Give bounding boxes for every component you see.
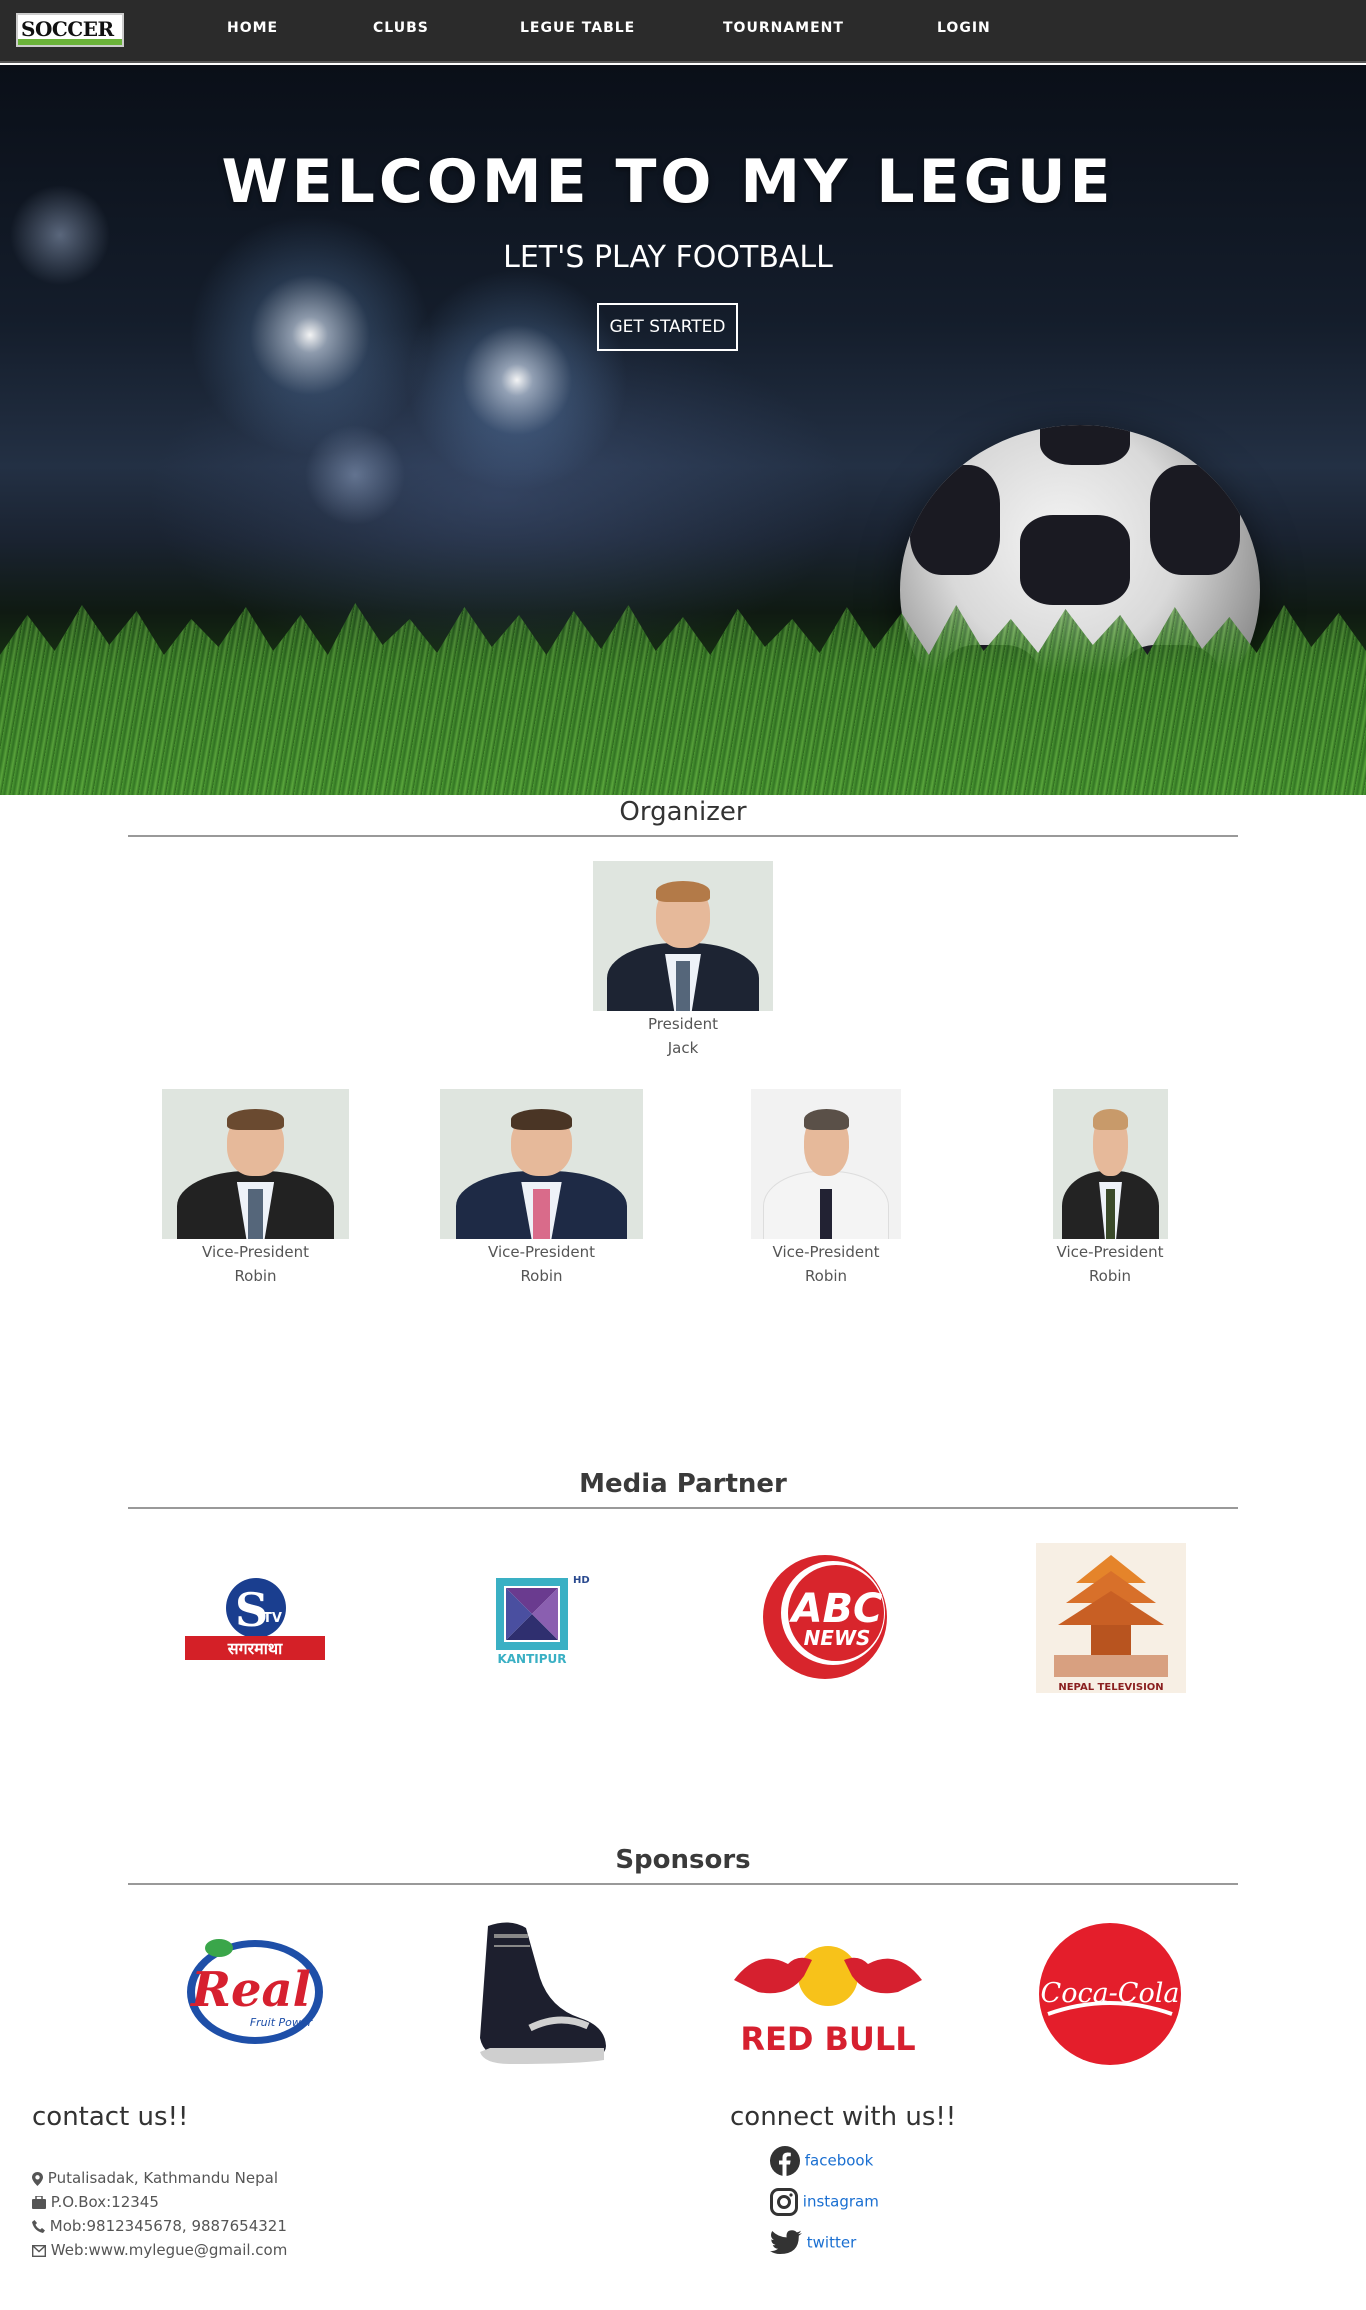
president-role: President (648, 1015, 718, 1033)
nepal-television-logo: NEPAL TELEVISION (1036, 1543, 1186, 1693)
vice-president-photo-1 (162, 1089, 349, 1239)
instagram-icon (770, 2188, 798, 2216)
twitter-text[interactable]: twitter (807, 2234, 856, 2252)
get-started-button[interactable]: GET STARTED (597, 303, 738, 351)
real-label: Real (189, 1962, 311, 2018)
hero-banner: WELCOME TO MY LEGUE LET'S PLAY FOOTBALL … (0, 65, 1366, 795)
sagarmatha-label: सगरमाथा (227, 1639, 283, 1658)
vice-president-name: Robin (804, 1267, 848, 1285)
vice-president-role: Vice-President (488, 1243, 595, 1261)
nav-login[interactable]: LOGIN (937, 20, 991, 36)
abc-news-logo: ABC NEWS (753, 1555, 898, 1680)
coca-cola-logo: Coca-Cola (1038, 1922, 1182, 2066)
media-divider (128, 1507, 1238, 1509)
sponsors-title: Sponsors (615, 1845, 751, 1875)
nav-legue-table[interactable]: LEGUE TABLE (520, 20, 635, 36)
red-bull-logo: RED BULL (728, 1928, 928, 2058)
phone-icon (32, 2220, 45, 2233)
vice-president-photo-4 (1053, 1089, 1168, 1239)
soccer-logo[interactable]: SOCCER (16, 13, 124, 47)
briefcase-icon (32, 2196, 46, 2209)
address-text: Putalisadak, Kathmandu Nepal (47, 2169, 279, 2187)
vice-president-caption-4: Vice-President Robin (1030, 1240, 1190, 1288)
map-marker-icon (32, 2171, 43, 2186)
kantipur-hd-logo: HD KANTIPUR (490, 1570, 590, 1666)
web-text: Web:www.mylegue@gmail.com (50, 2241, 288, 2259)
president-caption: President Jack (593, 1012, 773, 1060)
vice-president-photo-3 (751, 1089, 901, 1239)
vice-president-caption-1: Vice-President Robin (162, 1240, 349, 1288)
coca-cola-label: Coca-Cola (1041, 1978, 1180, 2009)
vice-president-caption-2: Vice-President Robin (440, 1240, 643, 1288)
pobox-text: P.O.Box:12345 (50, 2193, 159, 2211)
connect-title: connect with us!! (730, 2102, 957, 2132)
kantipur-label: KANTIPUR (497, 1652, 566, 1665)
facebook-link[interactable]: facebook (770, 2146, 873, 2176)
vice-president-photo-2 (440, 1089, 643, 1239)
nav-tournament[interactable]: TOURNAMENT (723, 20, 844, 36)
mobile-text: Mob:9812345678, 9887654321 (49, 2217, 287, 2235)
contact-mobile: Mob:9812345678, 9887654321 (32, 2217, 287, 2235)
logo-text: SOCCER (21, 17, 114, 41)
vice-president-role: Vice-President (202, 1243, 309, 1261)
nav-home[interactable]: HOME (227, 20, 278, 36)
logo-grass (18, 39, 122, 45)
nav-clubs[interactable]: CLUBS (373, 20, 429, 36)
vice-president-role: Vice-President (772, 1243, 880, 1261)
instagram-link[interactable]: instagram (770, 2188, 879, 2216)
vice-president-name: Robin (520, 1267, 563, 1285)
contact-address: Putalisadak, Kathmandu Nepal (32, 2169, 278, 2187)
media-partner-title: Media Partner (579, 1469, 787, 1499)
president-name: Jack (667, 1039, 699, 1057)
kantipur-hd-label: HD (573, 1575, 590, 1586)
real-sub-label: Fruit Power (250, 2016, 314, 2029)
ntv-label: NEPAL TELEVISION (1058, 1682, 1163, 1693)
navbar: SOCCER HOME CLUBS LEGUE TABLE TOURNAMENT… (0, 0, 1366, 63)
news-label: NEWS (804, 1626, 871, 1650)
contact-web: Web:www.mylegue@gmail.com (32, 2241, 287, 2259)
svg-text:S: S (235, 1583, 268, 1637)
organizer-divider (128, 835, 1238, 837)
instagram-text[interactable]: instagram (803, 2193, 879, 2211)
envelope-icon (32, 2244, 46, 2257)
vice-president-name: Robin (1088, 1267, 1132, 1285)
hero-title: WELCOME TO MY LEGUE (221, 147, 1115, 217)
vice-president-name: Robin (234, 1267, 277, 1285)
svg-text:TV: TV (263, 1611, 282, 1626)
vice-president-caption-3: Vice-President Robin (751, 1240, 901, 1288)
twitter-link[interactable]: twitter (770, 2230, 856, 2256)
contact-pobox: P.O.Box:12345 (32, 2193, 159, 2211)
shoe-sponsor-image (470, 1918, 610, 2066)
facebook-text[interactable]: facebook (805, 2152, 874, 2170)
vice-president-role: Vice-President (1056, 1243, 1164, 1261)
facebook-icon (770, 2146, 800, 2176)
contact-title: contact us!! (32, 2102, 189, 2132)
hero-subtitle: LET'S PLAY FOOTBALL (503, 240, 833, 275)
president-photo (593, 861, 773, 1011)
organizer-title: Organizer (619, 797, 747, 827)
sponsors-divider (128, 1883, 1238, 1885)
twitter-icon (770, 2230, 802, 2254)
red-bull-label: RED BULL (740, 2020, 915, 2058)
real-juice-logo: Real Fruit Power (183, 1930, 328, 2050)
sagarmatha-tv-logo: S TV सगरमाथा (183, 1570, 328, 1660)
